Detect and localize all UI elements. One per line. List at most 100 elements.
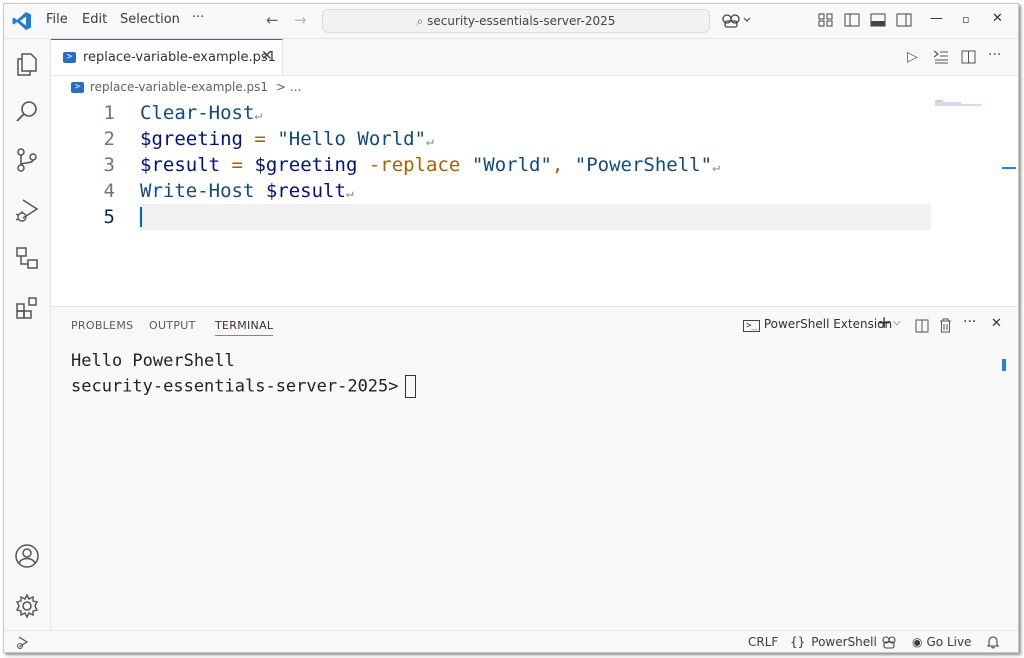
editor-tab[interactable]: > replace-variable-example.ps1 ✕: [51, 39, 283, 75]
explorer-icon[interactable]: [14, 51, 40, 77]
line-number: 1: [103, 102, 115, 124]
go-live-button[interactable]: ◉ Go Live: [912, 635, 971, 649]
activity-bar: [4, 39, 51, 630]
overview-ruler-cursor: [1002, 167, 1016, 169]
terminal-output-line: Hello PowerShell: [71, 351, 235, 371]
bell-icon[interactable]: [986, 635, 1000, 649]
search-text: security-essentials-server-2025: [427, 14, 616, 28]
title-bar: File Edit Selection ··· ← → ⌕ security-e…: [4, 4, 1018, 39]
toggle-secondary-sidebar-icon[interactable]: [896, 12, 912, 28]
language-status[interactable]: {} PowerShell: [790, 635, 877, 649]
maximize-icon[interactable]: ▫: [962, 13, 969, 26]
account-icon[interactable]: [14, 543, 40, 569]
eol-status[interactable]: CRLF: [748, 635, 778, 649]
code-line: 2 $greeting = "Hello World"↵: [51, 126, 951, 152]
source-control-icon[interactable]: [14, 147, 40, 173]
breadcrumb-file[interactable]: replace-variable-example.ps1: [90, 80, 268, 94]
line-number: 2: [103, 128, 115, 150]
breadcrumb-more[interactable]: ...: [290, 80, 301, 94]
remote-explorer-icon[interactable]: [14, 245, 40, 271]
text-cursor: [140, 207, 142, 227]
powershell-file-icon: >: [63, 52, 76, 63]
forward-arrow-icon[interactable]: →: [294, 11, 307, 29]
terminal-selector[interactable]: >_ PowerShell Extension: [743, 317, 892, 332]
comma-token: ,: [551, 154, 564, 176]
new-terminal-icon[interactable]: +: [877, 313, 891, 333]
chevron-down-icon[interactable]: ⌵: [893, 317, 901, 328]
line-number: 3: [103, 154, 115, 176]
operator-token: -replace: [368, 154, 461, 176]
line-number: 5: [103, 206, 115, 228]
operator-token: =: [254, 128, 266, 150]
minimap[interactable]: [935, 100, 983, 106]
run-selection-icon[interactable]: [933, 50, 949, 64]
tab-terminal[interactable]: TERMINAL: [215, 319, 274, 336]
line-number: 4: [103, 180, 115, 202]
terminal-prompt: security-essentials-server-2025>: [71, 376, 399, 397]
eol-marker: ↵: [712, 160, 720, 175]
menu-selection[interactable]: Selection: [120, 12, 180, 27]
command-center-search[interactable]: ⌕ security-essentials-server-2025: [322, 9, 710, 33]
braces-icon: {}: [790, 635, 806, 649]
trash-icon[interactable]: [939, 318, 952, 333]
terminal-prompt-line[interactable]: security-essentials-server-2025>: [71, 375, 416, 398]
broadcast-icon: ◉: [912, 635, 923, 649]
tab-problems[interactable]: PROBLEMS: [71, 319, 133, 332]
variable-token: $greeting: [254, 154, 358, 176]
customize-layout-icon[interactable]: [818, 12, 834, 28]
string-token: "PowerShell": [574, 154, 713, 176]
close-tab-icon[interactable]: ✕: [261, 48, 273, 64]
search-icon[interactable]: [14, 99, 40, 125]
breadcrumb-separator: >: [275, 80, 286, 94]
minimize-icon[interactable]: —: [930, 11, 943, 26]
more-actions-icon[interactable]: ···: [988, 47, 1001, 63]
code-editor[interactable]: > replace-variable-example.ps1 >... 1 Cle…: [51, 76, 1018, 306]
code-line: 1 Clear-Host↵: [51, 100, 951, 126]
terminal-name: PowerShell Extension: [763, 317, 893, 331]
terminal-icon: >_: [743, 320, 760, 332]
back-arrow-icon[interactable]: ←: [266, 11, 279, 29]
eol-marker: ↵: [426, 134, 434, 149]
close-panel-icon[interactable]: ✕: [991, 316, 1002, 331]
editor-tab-bar: > replace-variable-example.ps1 ✕ ▷ ···: [51, 39, 1018, 76]
split-editor-icon[interactable]: [961, 50, 976, 64]
powershell-file-icon: >: [71, 82, 84, 93]
eol-marker: ↵: [345, 186, 354, 201]
keyword-token: Write-Host: [140, 180, 255, 202]
breadcrumb: > replace-variable-example.ps1 >...: [71, 80, 301, 94]
menu-file[interactable]: File: [46, 12, 68, 27]
string-token: "Hello World": [277, 128, 427, 150]
string-token: "World": [471, 154, 552, 176]
toggle-panel-icon[interactable]: [870, 12, 886, 28]
vscode-window: File Edit Selection ··· ← → ⌕ security-e…: [3, 3, 1019, 653]
split-terminal-icon[interactable]: [915, 319, 929, 333]
menu-edit[interactable]: Edit: [82, 12, 107, 27]
search-icon: ⌕: [416, 14, 428, 28]
menu-more[interactable]: ···: [192, 10, 204, 25]
terminal-cursor: [404, 375, 416, 398]
run-debug-icon[interactable]: [14, 197, 40, 223]
copilot-icon[interactable]: [722, 12, 752, 28]
operator-token: =: [231, 154, 243, 176]
code-line: 3 $result = $greeting -replace "World", …: [51, 152, 951, 178]
run-icon[interactable]: ▷: [907, 49, 918, 65]
toggle-primary-sidebar-icon[interactable]: [844, 12, 860, 28]
tab-output[interactable]: OUTPUT: [149, 319, 196, 332]
tab-label: replace-variable-example.ps1: [83, 50, 276, 65]
copilot-status-icon[interactable]: [881, 635, 897, 649]
remote-indicator-icon[interactable]: [16, 635, 32, 649]
eol-marker: ↵: [254, 108, 263, 123]
settings-gear-icon[interactable]: [14, 593, 40, 619]
language-label: PowerShell: [811, 635, 877, 649]
terminal-scroll-mark: [1002, 359, 1006, 371]
variable-token: $result: [140, 154, 221, 176]
variable-token: $result: [265, 180, 346, 202]
code-line: 5: [51, 204, 951, 230]
panel-more-icon[interactable]: ···: [963, 314, 976, 330]
bottom-panel: PROBLEMS OUTPUT TERMINAL >_ PowerShell Ex…: [51, 306, 1018, 631]
close-window-icon[interactable]: ✕: [992, 11, 1003, 26]
vscode-logo-icon: [12, 12, 31, 30]
extensions-icon[interactable]: [14, 295, 40, 321]
status-bar: CRLF {} PowerShell ◉ Go Live: [4, 630, 1018, 652]
go-live-label: Go Live: [926, 635, 972, 649]
